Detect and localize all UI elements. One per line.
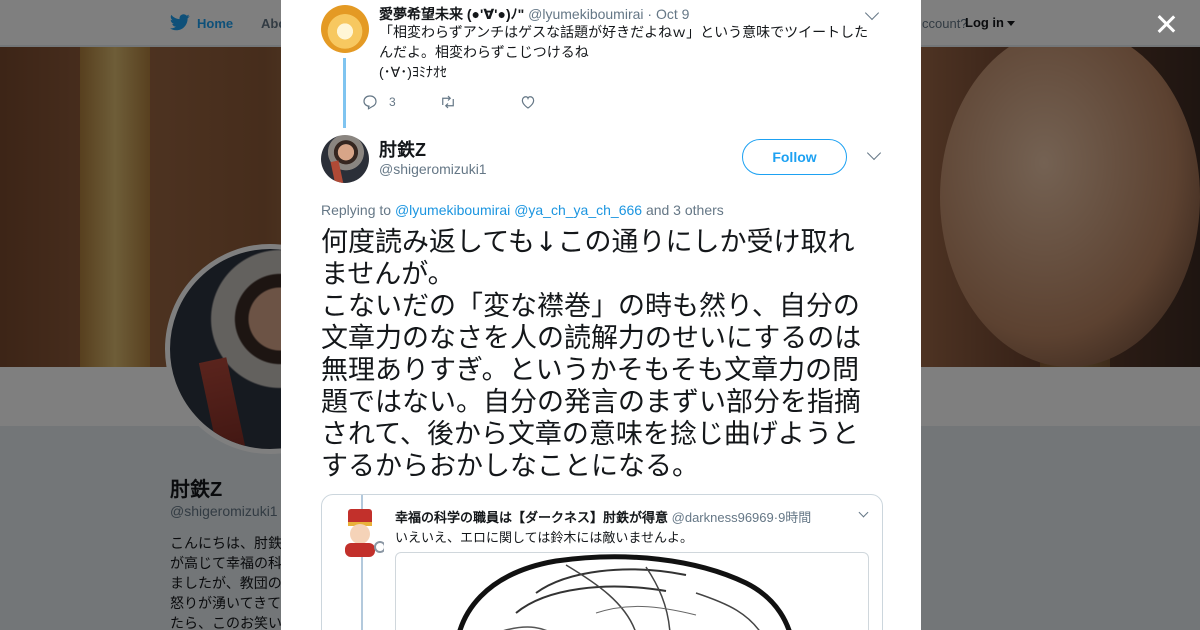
author-avatar[interactable] [321, 135, 369, 183]
retweet-button[interactable] [439, 92, 457, 112]
tweet-permalink-modal: 愛夢希望未来 (●'∀'●)ﾉ" @lyumekiboumirai · Oct … [281, 0, 921, 630]
heart-icon [521, 96, 535, 109]
sketch-drawing [457, 554, 792, 630]
reply-icon [363, 95, 377, 110]
replying-to-line: Replying to @lyumekiboumirai @ya_ch_ya_c… [321, 202, 724, 218]
chevron-down-icon [858, 507, 869, 518]
like-button[interactable] [519, 92, 537, 112]
text-line: するからおかしなことになる。 [321, 451, 699, 482]
text-line: んだよ。相変わらずこじつけるね [379, 44, 589, 60]
author-name[interactable]: 肘鉄Z [379, 136, 426, 162]
separator-dot: · [647, 6, 653, 22]
text-line: 文章力のなさを人の読解力のせいにするのは [321, 323, 862, 354]
close-icon[interactable] [1153, 11, 1179, 37]
follow-button[interactable]: Follow [742, 139, 847, 175]
text-line: 何度読み返しても↓この通りにしか受け取れ [321, 227, 855, 258]
parent-avatar[interactable] [321, 5, 369, 53]
main-tweet-header: 肘鉄Z @shigeromizuki1 Follow [321, 135, 891, 185]
text-line: ませんが。 [321, 259, 455, 290]
author-handle[interactable]: @shigeromizuki1 [379, 161, 487, 177]
main-tweet-text: 何度読み返しても↓この通りにしか受け取れ ませんが。 こないだの「変な襟巻」の時… [321, 227, 886, 483]
parent-author-handle[interactable]: @lyumekiboumirai [528, 6, 643, 22]
quoted-time: ·9時間 [773, 510, 812, 525]
thread-connector [343, 58, 346, 128]
replying-prefix: Replying to [321, 202, 392, 218]
replying-user-link[interactable]: @lyumekiboumirai [395, 202, 510, 218]
chevron-down-icon[interactable] [866, 145, 882, 161]
text-line: されて、後から文章の意味を捻じ曲げようと [321, 419, 859, 450]
parent-tweet-time[interactable]: Oct 9 [656, 6, 689, 22]
text-line: 題ではない。自分の発言のまずい部分を指摘 [321, 387, 861, 418]
replying-user-link[interactable]: @ya_ch_ya_ch_666 [514, 202, 642, 218]
quoted-avatar [345, 509, 384, 557]
text-line: (･∀･)ﾖﾐﾅｵｾ [379, 64, 447, 80]
quoted-handle: @darkness96969 [671, 510, 774, 525]
replying-others[interactable]: and 3 others [646, 202, 724, 218]
text-line: 無理ありすぎ。というかそもそも文章力の問 [321, 355, 860, 386]
parent-tweet-text: 「相変わらずアンチはゲスな話題が好きだよねｗ」という意味でツイートした んだよ。… [379, 22, 879, 82]
reply-button[interactable]: 3 [361, 92, 396, 112]
manga-drawing [395, 552, 869, 630]
chevron-down-icon[interactable] [864, 5, 880, 21]
retweet-icon [442, 95, 454, 109]
tweet-media-image[interactable]: 幸福の科学の職員は【ダークネス】肘鉄が得意 @darkness96969·9時間… [321, 494, 883, 630]
reply-count: 3 [389, 95, 396, 109]
text-line: 「相変わらずアンチはゲスな話題が好きだよねｗ」という意味でツイートした [379, 24, 869, 40]
quoted-header: 幸福の科学の職員は【ダークネス】肘鉄が得意 @darkness96969·9時間 [395, 507, 811, 526]
parent-tweet[interactable]: 愛夢希望未来 (●'∀'●)ﾉ" @lyumekiboumirai · Oct … [321, 0, 891, 128]
parent-author-name[interactable]: 愛夢希望未来 (●'∀'●)ﾉ" [379, 6, 524, 22]
quoted-name: 幸福の科学の職員は【ダークネス】肘鉄が得意 [395, 510, 669, 525]
quoted-text: いえいえ、エロに関しては鈴木には敵いませんよ。 [395, 530, 693, 545]
text-line: こないだの「変な襟巻」の時も然り、自分の [321, 291, 860, 322]
parent-tweet-header: 愛夢希望未来 (●'∀'●)ﾉ" @lyumekiboumirai · Oct … [379, 4, 689, 24]
